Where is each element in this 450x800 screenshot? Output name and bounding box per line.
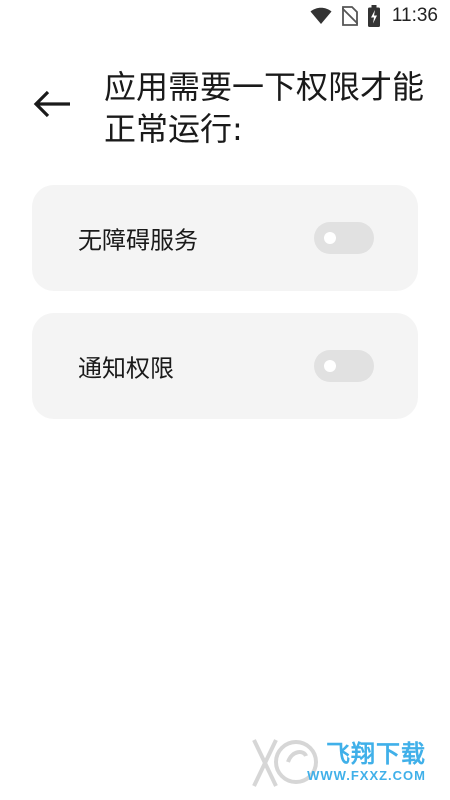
watermark: 飞翔下载 WWW.FXXZ.COM [250,732,440,794]
watermark-logo-icon [250,732,320,798]
permission-label: 无障碍服务 [78,226,198,255]
status-time: 11:36 [391,5,438,26]
permission-list: 无障碍服务 通知权限 [32,185,418,441]
toggle-knob [324,232,336,244]
permission-screen: 11:36 应用需要一下权限才能正常运行: 无障碍服务 通知权限 飞翔下载 WW… [0,0,450,800]
page-title: 应用需要一下权限才能正常运行: [104,68,425,148]
notification-toggle[interactable] [314,350,374,382]
permission-card-accessibility[interactable]: 无障碍服务 [32,185,418,291]
back-button[interactable] [28,82,76,130]
arrow-left-icon [32,88,72,124]
no-sim-icon [341,6,358,26]
wifi-icon [310,7,332,25]
permission-label: 通知权限 [78,354,174,383]
permission-card-notification[interactable]: 通知权限 [32,313,418,419]
accessibility-toggle[interactable] [314,222,374,254]
status-bar: 11:36 [0,0,450,34]
toggle-knob [324,360,336,372]
watermark-brand: 飞翔下载 [326,740,426,768]
battery-charging-icon [367,5,380,27]
status-icons: 11:36 [310,5,438,27]
watermark-url: WWW.FXXZ.COM [307,768,426,783]
